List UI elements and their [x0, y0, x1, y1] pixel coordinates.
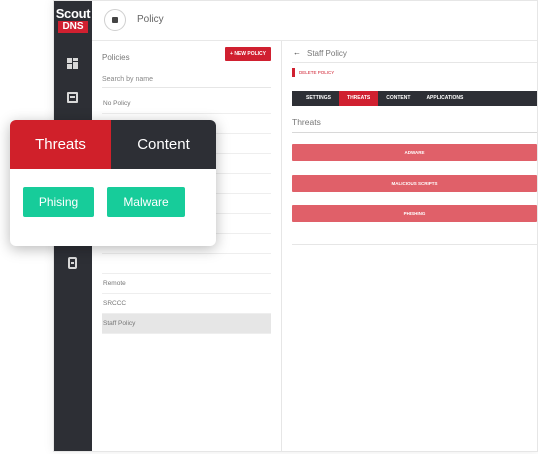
scoutdns-logo[interactable]: Scout DNS [55, 7, 91, 33]
policy-title: Staff Policy [307, 49, 347, 58]
threat-toggle-adware[interactable]: ADWARE [292, 144, 537, 161]
chip-phishing[interactable]: Phising [23, 187, 94, 217]
card-tabs: Threats Content [10, 120, 216, 169]
menu-toggle-button[interactable] [104, 9, 126, 31]
tab-settings[interactable]: SETTINGS [298, 91, 339, 106]
logo-text-dns: DNS [58, 21, 88, 33]
divider [292, 62, 537, 63]
section-heading: Threats [292, 117, 321, 127]
divider [292, 132, 537, 133]
policy-list-item[interactable]: Remote [102, 274, 271, 294]
delete-policy-button[interactable]: DELETE POLICY [292, 68, 338, 77]
policy-search-input[interactable]: Search by name [102, 72, 271, 88]
logo-text-scout: Scout [55, 6, 91, 21]
new-policy-button[interactable]: + NEW POLICY [225, 47, 271, 61]
document-icon[interactable] [67, 92, 78, 103]
tab-threats[interactable]: THREATS [339, 91, 379, 106]
policy-list-item[interactable] [102, 254, 271, 274]
policy-list-item[interactable]: No Policy [102, 94, 271, 114]
policy-tabs: SETTINGS THREATS CONTENT APPLICATIONS [292, 91, 537, 106]
arrow-left-icon[interactable]: ← [293, 47, 301, 59]
chip-malware[interactable]: Malware [107, 187, 185, 217]
server-icon[interactable] [68, 257, 77, 269]
card-tab-threats[interactable]: Threats [10, 120, 111, 169]
divider [292, 244, 537, 245]
policy-detail-panel: ← Staff Policy DELETE POLICY SETTINGS TH… [292, 41, 537, 451]
policies-title: Policies [102, 53, 130, 62]
policy-list-item[interactable]: SRCCC [102, 294, 271, 314]
page-title: Policy [137, 14, 164, 25]
threat-toggle-phishing[interactable]: PHISHING [292, 205, 537, 222]
tab-content[interactable]: CONTENT [378, 91, 418, 106]
dashboard-icon[interactable] [67, 58, 78, 69]
top-bar: Policy [92, 1, 537, 41]
card-tab-content[interactable]: Content [111, 120, 216, 169]
threats-content-card: Threats Content Phising Malware [10, 120, 216, 246]
policies-panel: Policies + NEW POLICY Search by name No … [92, 41, 282, 451]
policies-header: Policies + NEW POLICY [102, 47, 271, 62]
threat-toggle-malicious-scripts[interactable]: MALICIOUS SCRIPTS [292, 175, 537, 192]
policy-list-item-selected[interactable]: Staff Policy [102, 314, 271, 334]
tab-applications[interactable]: APPLICATIONS [418, 91, 471, 106]
